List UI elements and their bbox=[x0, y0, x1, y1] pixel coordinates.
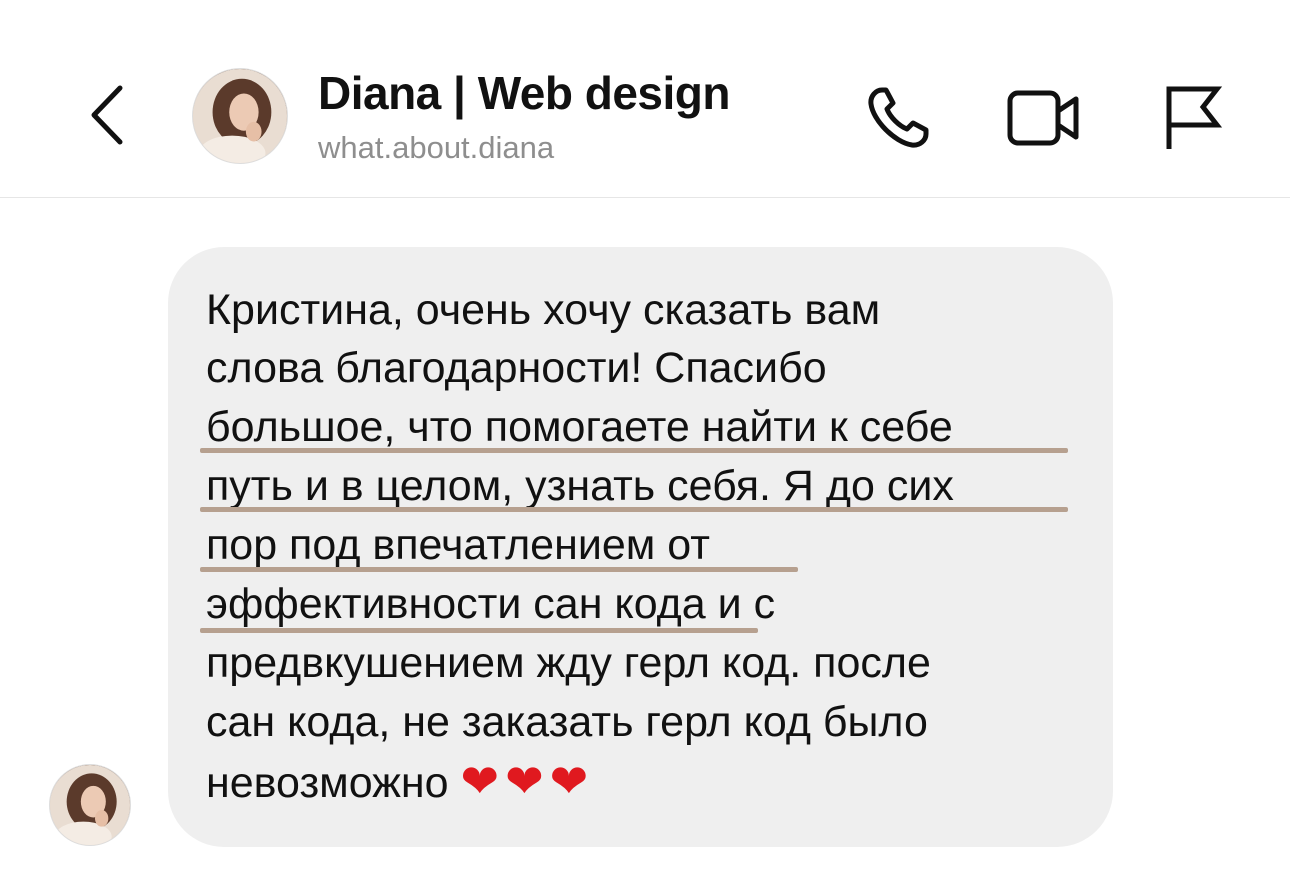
highlight-underline bbox=[200, 507, 1068, 512]
highlight-underline bbox=[200, 448, 1068, 453]
chevron-left-icon bbox=[91, 85, 123, 145]
report-button[interactable] bbox=[1152, 78, 1232, 158]
contact-name[interactable]: Diana | Web design bbox=[318, 66, 731, 120]
flag-icon bbox=[1166, 86, 1223, 149]
avatar-portrait bbox=[50, 765, 130, 845]
chat-header: Diana | Web design what.about.diana bbox=[0, 0, 1290, 198]
back-button[interactable] bbox=[78, 80, 138, 150]
contact-username: what.about.diana bbox=[318, 130, 555, 165]
message-line: пор под впечатлением от bbox=[206, 521, 710, 569]
heart-emoji-group: ❤❤❤ bbox=[460, 755, 595, 807]
phone-icon bbox=[868, 87, 929, 148]
message-line: невозможно bbox=[206, 759, 449, 807]
message-line: предвкушением жду герл код. после bbox=[206, 639, 931, 687]
message-line: сан кода, не заказать герл код было bbox=[206, 698, 928, 746]
highlight-underline bbox=[200, 628, 758, 633]
call-button[interactable] bbox=[858, 78, 938, 158]
contact-avatar[interactable] bbox=[192, 68, 288, 164]
video-camera-icon bbox=[1007, 90, 1079, 146]
message-line: Кристина, очень хочу сказать вам bbox=[206, 286, 881, 334]
message-line: слова благодарности! Спасибо bbox=[206, 344, 827, 392]
message-line: эффективности сан кода и с bbox=[206, 580, 776, 628]
sender-avatar[interactable] bbox=[49, 764, 131, 846]
video-call-button[interactable] bbox=[1004, 78, 1084, 158]
message-last-line: невозможно ❤❤❤ bbox=[206, 751, 594, 813]
avatar-portrait bbox=[193, 69, 287, 163]
highlight-underline bbox=[200, 567, 798, 572]
